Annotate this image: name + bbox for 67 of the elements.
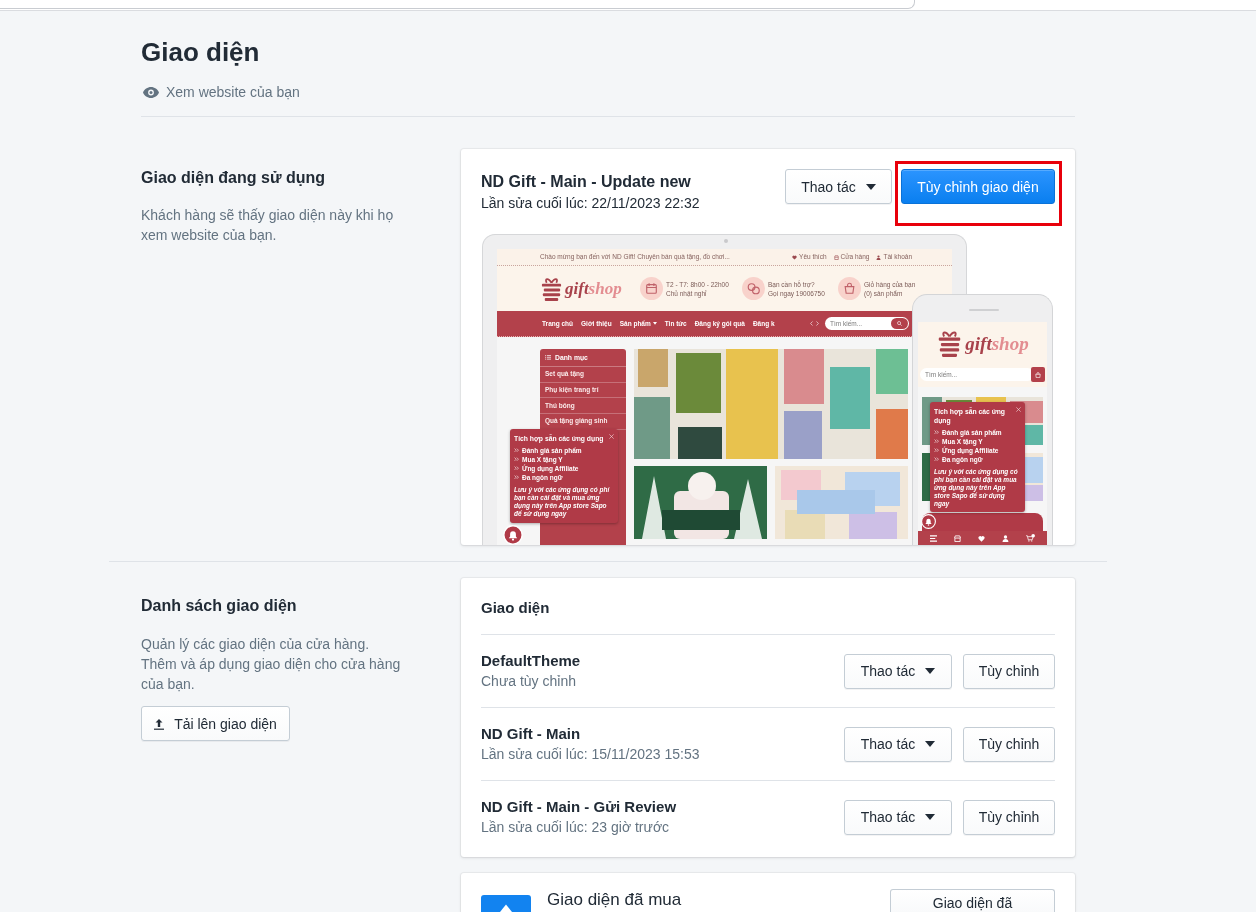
caret-icon [925, 741, 936, 747]
last-edited-text: Lần sửa cuối lúc: 22/11/2023 22:32 [481, 194, 700, 213]
close-icon[interactable] [609, 434, 614, 439]
gift-box-icon [540, 275, 563, 302]
search-icon [897, 321, 902, 326]
logo-text: giftshop [965, 334, 1029, 353]
actions-dropdown-button[interactable]: Thao tác [844, 653, 952, 689]
heart-icon[interactable] [978, 534, 985, 542]
bell-icon[interactable] [921, 514, 936, 529]
search-button[interactable] [891, 318, 908, 329]
double-chevron-icon [934, 448, 939, 453]
chevron-left-icon[interactable] [810, 321, 813, 326]
calendar-icon [640, 277, 663, 300]
theme-name: ND Gift - Main - Update new [481, 172, 692, 192]
store-icon [833, 254, 839, 260]
double-chevron-icon [514, 448, 519, 453]
section-description: Thêm và áp dụng giao diện cho cửa hàng của bạn. [141, 655, 402, 694]
card-title: Giao diện [481, 578, 1055, 635]
upload-icon [154, 717, 165, 730]
theme-status: Lần sửa cuối lúc: 23 giờ trước [481, 818, 671, 837]
double-chevron-icon [934, 457, 939, 462]
theme-name: ND Gift - Main - Gửi Review [481, 797, 677, 817]
camera-icon [724, 239, 728, 243]
cart-button[interactable] [1031, 367, 1045, 382]
purchased-themes-button[interactable]: Giao diện đã [890, 889, 1055, 912]
theme-status: Chưa tùy chỉnh [481, 672, 577, 691]
user-icon [876, 254, 882, 260]
theme-name: ND Gift - Main [481, 724, 582, 744]
menu-icon[interactable] [930, 534, 938, 542]
customize-button[interactable]: Tùy chỉnh [963, 726, 1055, 762]
theme-name: DefaultTheme [481, 651, 581, 671]
double-chevron-icon [934, 439, 939, 444]
double-chevron-icon [514, 457, 519, 462]
card-title: Giao diện đã mua [547, 890, 682, 910]
view-website-link[interactable]: Xem website của bạn [141, 82, 300, 102]
double-chevron-icon [514, 475, 519, 480]
caret-icon [925, 814, 936, 820]
caret-icon [865, 183, 876, 190]
section-heading: Danh sách giao diện [141, 596, 298, 616]
double-chevron-icon [934, 430, 939, 435]
logo-text: giftshop [565, 280, 622, 297]
close-icon[interactable] [1016, 407, 1021, 412]
theme-status: Lần sửa cuối lúc: 15/11/2023 15:53 [481, 745, 700, 764]
actions-dropdown-button[interactable]: Thao tác [844, 726, 952, 762]
shopping-bag-icon [1035, 371, 1041, 378]
shopping-bag-icon [838, 277, 861, 300]
section-description: Khách hàng sẽ thấy giao diện này khi họ xem website của bạn. [141, 206, 395, 245]
heart-icon [792, 254, 798, 260]
caret-icon [925, 668, 936, 674]
cart-icon[interactable] [1025, 534, 1035, 542]
store-icon[interactable] [954, 534, 962, 542]
chevron-right-icon[interactable] [816, 321, 819, 326]
chat-icon [742, 277, 765, 300]
section-description: Quản lý các giao diện của cửa hàng. [141, 635, 371, 654]
eye-icon [143, 86, 159, 98]
page-title: Giao diện [141, 36, 261, 68]
upload-theme-button[interactable]: Tải lên giao diện [141, 706, 290, 741]
customize-button[interactable]: Tùy chỉnh [963, 799, 1055, 835]
actions-dropdown-button[interactable]: Thao tác [785, 169, 892, 204]
list-icon [545, 355, 551, 360]
section-heading: Giao diện đang sử dụng [141, 168, 327, 188]
customize-theme-button[interactable]: Tùy chỉnh giao diện [901, 169, 1055, 204]
user-icon[interactable] [1001, 534, 1009, 542]
bell-icon[interactable] [503, 525, 523, 545]
actions-dropdown-button[interactable]: Thao tác [844, 799, 952, 835]
customize-button[interactable]: Tùy chỉnh [963, 653, 1055, 689]
double-chevron-icon [514, 466, 519, 471]
